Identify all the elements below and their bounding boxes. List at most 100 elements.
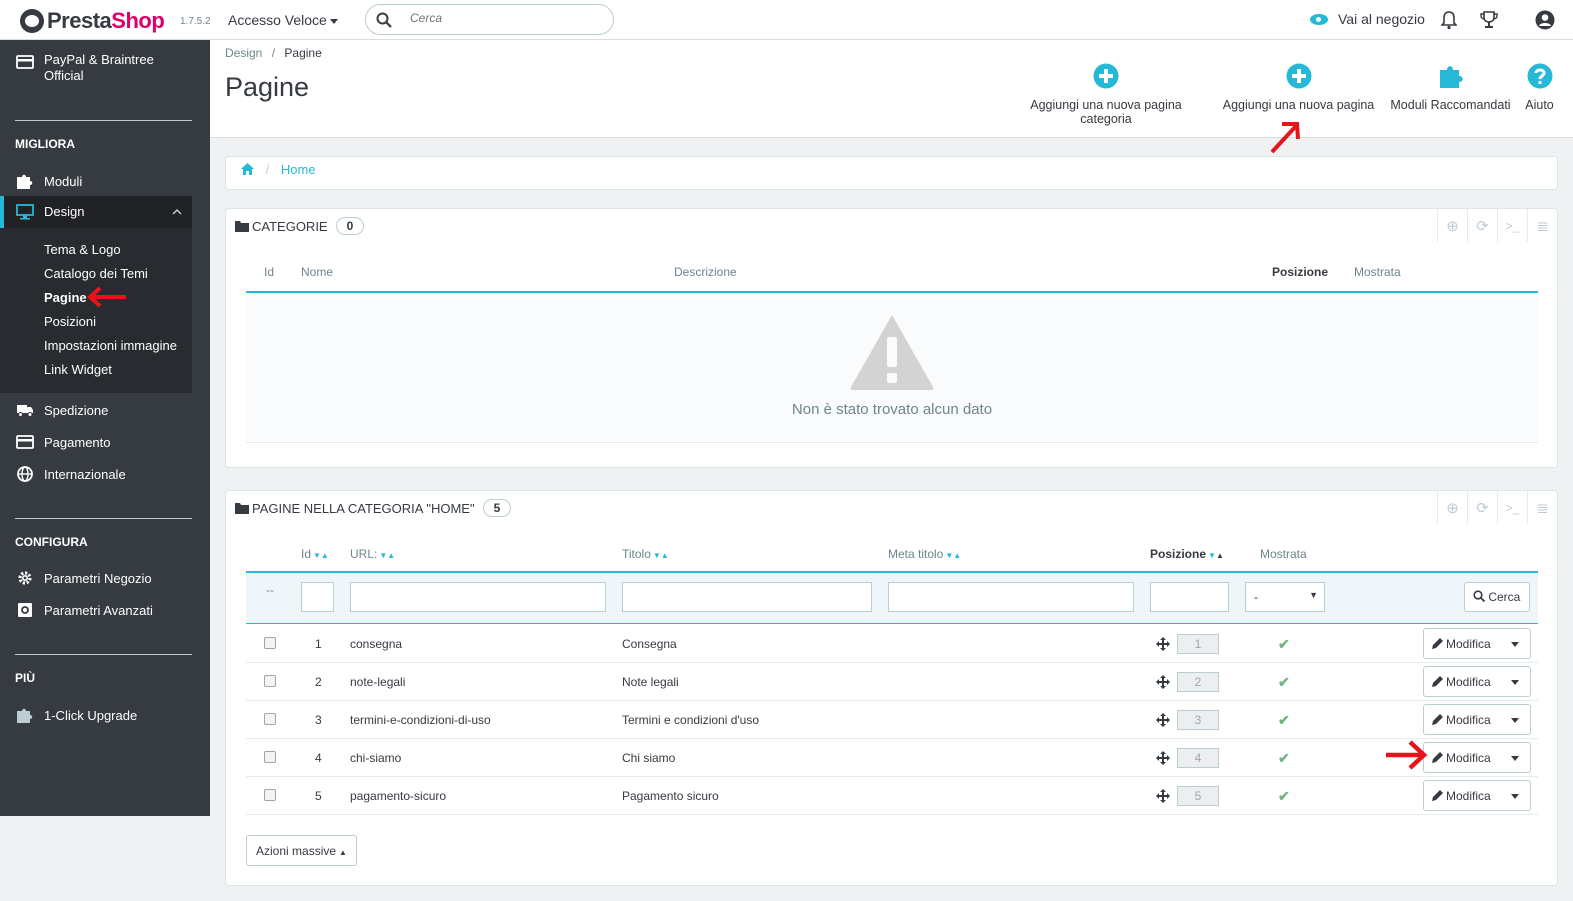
add-page-button[interactable]: Aggiungi una nuova pagina [1222,63,1375,112]
terminal-icon[interactable]: >_ [1497,209,1527,242]
home-icon[interactable] [241,163,254,175]
submenu-impostazioni-immagine[interactable]: Impostazioni immagine [44,338,177,353]
edit-button[interactable]: Modifica [1423,704,1531,735]
cell-id: 3 [315,713,322,727]
categories-count-badge: 0 [335,217,365,235]
check-icon[interactable]: ✔ [1278,712,1290,729]
move-icon[interactable] [1156,713,1170,727]
check-icon[interactable]: ✔ [1278,750,1290,767]
move-icon[interactable] [1156,789,1170,803]
sidebar-item-design[interactable]: Design [0,196,192,228]
terminal-icon[interactable]: >_ [1497,491,1527,524]
edit-button[interactable]: Modifica [1423,780,1531,811]
breadcrumb-parent[interactable]: Design [225,46,262,60]
database-icon[interactable]: ≣ [1527,209,1557,242]
path-home-link[interactable]: Home [281,162,316,177]
user-icon[interactable] [1535,10,1555,30]
sort-icon[interactable]: ▼▲ [653,551,669,560]
table-row[interactable]: 3 termini-e-condizioni-di-uso Termini e co… [246,701,1538,739]
chevron-down-icon[interactable] [1511,718,1519,723]
check-icon[interactable]: ✔ [1278,636,1290,653]
chevron-down-icon[interactable] [1511,756,1519,761]
help-button[interactable]: Aiuto [1522,63,1557,112]
sidebar-item-spedizione[interactable]: Spedizione [0,401,210,419]
add-circle-icon[interactable]: ⊕ [1437,209,1467,242]
filter-posizione-input[interactable] [1150,582,1229,612]
move-icon[interactable] [1156,637,1170,651]
col-meta-titolo-sortable[interactable]: Meta titolo ▼▲ [888,547,961,561]
submenu-link-widget[interactable]: Link Widget [44,362,112,377]
trophy-icon[interactable] [1479,10,1499,30]
submenu-catalogo-temi[interactable]: Catalogo dei Temi [44,266,148,281]
row-checkbox[interactable] [264,675,276,687]
submenu-tema-logo[interactable]: Tema & Logo [44,242,121,257]
cell-title: Pagamento sicuro [622,789,719,803]
position-value: 3 [1177,710,1219,730]
check-icon[interactable]: ✔ [1278,788,1290,805]
sort-icon[interactable]: ▼▲ [313,551,329,560]
filter-url-input[interactable] [350,582,606,612]
sidebar-item-parametri-avanzati[interactable]: Parametri Avanzati [0,601,210,619]
submenu-pagine[interactable]: Pagine [44,290,87,305]
sidebar-item-1-click-upgrade[interactable]: 1-Click Upgrade [0,706,210,724]
empty-message: Non è stato trovato alcun dato [791,401,993,418]
add-circle-icon[interactable]: ⊕ [1437,491,1467,524]
bell-icon[interactable] [1441,10,1457,30]
table-row[interactable]: 2 note-legali Note legali 2 ✔ Modifica [246,663,1538,701]
filter-meta-titolo-input[interactable] [888,582,1134,612]
cell-url: pagamento-sicuro [350,789,447,803]
cell-url: chi-siamo [350,751,402,765]
edit-label: Modifica [1446,675,1491,689]
search-input[interactable] [410,11,600,25]
sidebar-item-parametri-negozio[interactable]: Parametri Negozio [0,569,210,587]
sidebar-item-pagamento[interactable]: Pagamento [0,433,210,451]
col-posizione-sortable[interactable]: Posizione ▼▲ [1150,547,1224,561]
row-checkbox[interactable] [264,713,276,725]
sidebar-item-paypal[interactable]: PayPal & Braintree Official [0,52,210,84]
chevron-down-icon[interactable] [1511,794,1519,799]
move-icon[interactable] [1156,675,1170,689]
chevron-down-icon[interactable] [1511,642,1519,647]
chevron-down-icon[interactable] [1511,680,1519,685]
sort-icon[interactable]: ▼▲ [379,551,395,560]
filter-id-input[interactable] [301,582,334,612]
col-titolo-sortable[interactable]: Titolo ▼▲ [622,547,669,561]
edit-button[interactable]: Modifica [1423,742,1531,773]
puzzle-icon [17,708,33,723]
position-value: 2 [1177,672,1219,692]
col-mostrata: Mostrata [1354,265,1401,279]
view-shop-link[interactable]: Vai al negozio [1310,11,1425,27]
filter-search-button[interactable]: Cerca [1464,582,1530,612]
filter-mostrata-select[interactable]: - ▼ [1245,582,1325,612]
sidebar-item-moduli[interactable]: Moduli [0,172,210,190]
row-checkbox[interactable] [264,789,276,801]
table-row[interactable]: 1 consegna Consegna 1 ✔ Modifica [246,625,1538,663]
database-icon[interactable]: ≣ [1527,491,1557,524]
prestashop-logo[interactable]: PrestaShop [20,8,165,34]
search-icon [1473,590,1486,603]
refresh-icon[interactable]: ⟳ [1467,491,1497,524]
bulk-actions-button[interactable]: Azioni massive ▲ [246,835,357,866]
col-url-sortable[interactable]: URL: ▼▲ [350,547,395,561]
row-checkbox[interactable] [264,637,276,649]
table-row[interactable]: 5 pagamento-sicuro Pagamento sicuro 5 ✔ Modif… [246,777,1538,815]
check-icon[interactable]: ✔ [1278,674,1290,691]
quick-access-menu[interactable]: Accesso Veloce [228,12,338,28]
refresh-icon[interactable]: ⟳ [1467,209,1497,242]
col-id-sortable[interactable]: Id ▼▲ [301,547,329,561]
filter-titolo-input[interactable] [622,582,872,612]
move-icon[interactable] [1156,751,1170,765]
search-box[interactable] [365,4,614,35]
edit-button[interactable]: Modifica [1423,666,1531,697]
add-category-button[interactable]: Aggiungi una nuova pagina categoria [1003,63,1209,126]
submenu-posizioni[interactable]: Posizioni [44,314,96,329]
row-checkbox[interactable] [264,751,276,763]
sidebar-item-internazionale[interactable]: Internazionale [0,465,210,483]
table-row[interactable]: 4 chi-siamo Chi siamo 4 ✔ Modifica [246,739,1538,777]
sort-icon[interactable]: ▼▲ [945,551,961,560]
recommended-modules-button[interactable]: Moduli Raccomandati [1388,63,1513,112]
edit-label: Modifica [1446,751,1491,765]
edit-button[interactable]: Modifica [1423,628,1531,659]
sidebar-item-label: PayPal & Braintree Official [44,52,154,83]
sort-icon[interactable]: ▼▲ [1208,551,1224,560]
